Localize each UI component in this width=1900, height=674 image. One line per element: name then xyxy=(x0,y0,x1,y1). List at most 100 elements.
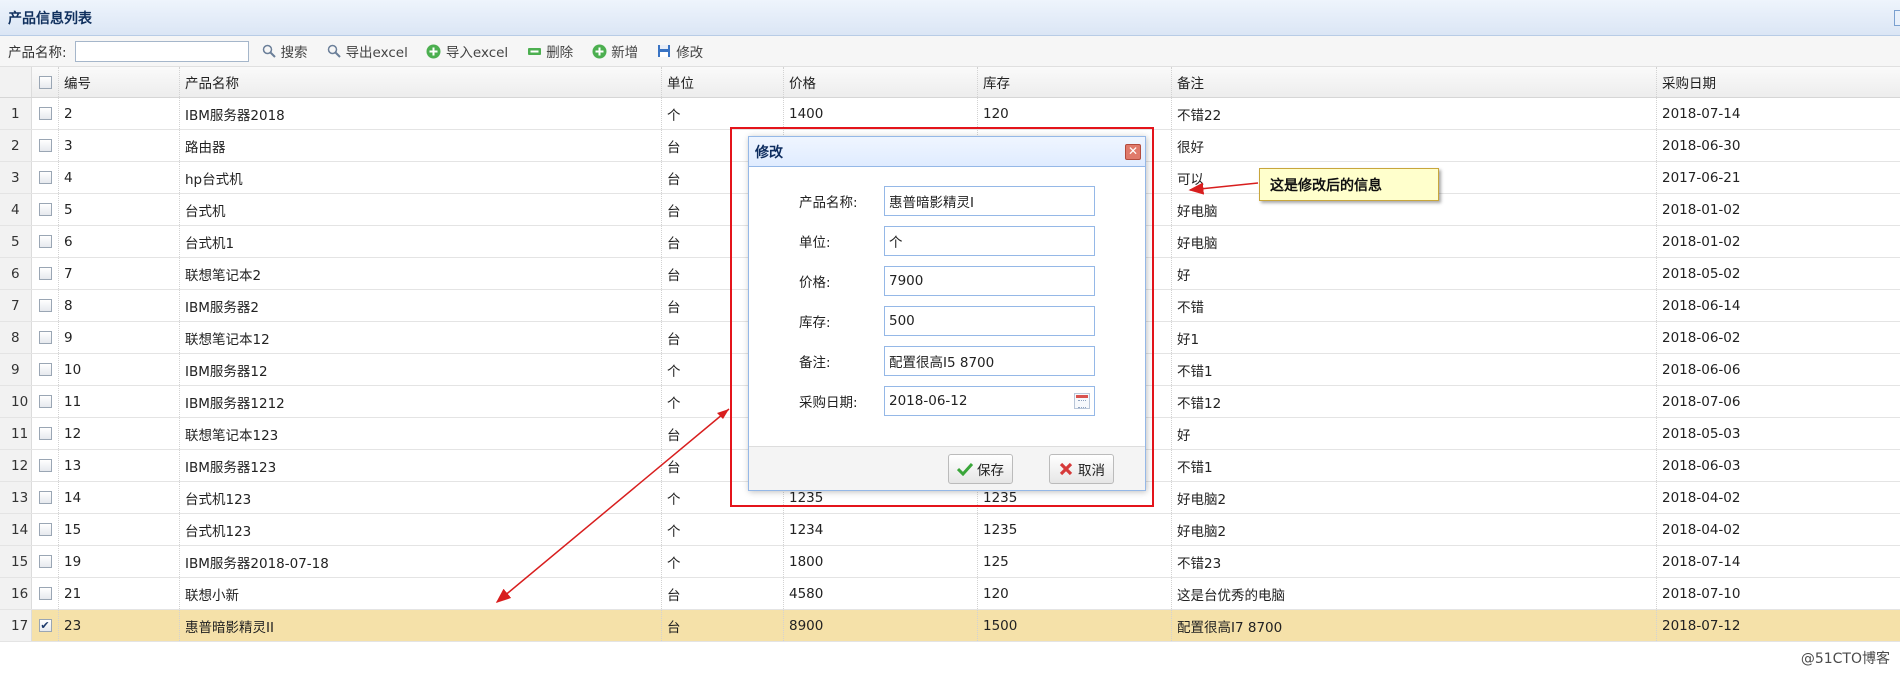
delete-button[interactable]: 删除 xyxy=(526,41,573,61)
row-checkbox[interactable] xyxy=(38,427,52,440)
search-icon xyxy=(261,43,277,59)
column-header-id[interactable]: 编号 xyxy=(59,67,180,97)
add-button[interactable]: 新增 xyxy=(591,41,638,61)
row-select-cell[interactable] xyxy=(32,322,59,353)
select-all-cell[interactable] xyxy=(32,67,59,97)
column-header-remark[interactable]: 备注 xyxy=(1172,67,1657,97)
table-row[interactable]: 14 15 台式机123 个 1234 1235 好电脑2 2018-04-02 xyxy=(0,514,1900,546)
row-checkbox[interactable] xyxy=(38,267,52,280)
row-checkbox[interactable] xyxy=(38,203,52,216)
row-number: 8 xyxy=(0,322,32,353)
cell-date: 2018-06-02 xyxy=(1662,329,1741,346)
cell-name: 台式机123 xyxy=(180,482,662,513)
row-checkbox[interactable] xyxy=(38,299,52,312)
row-select-cell[interactable] xyxy=(32,514,59,545)
row-select-cell[interactable] xyxy=(32,162,59,193)
row-checkbox[interactable] xyxy=(38,363,52,376)
cell-date: 2018-07-06 xyxy=(1662,393,1741,410)
cancel-icon xyxy=(1058,461,1074,477)
table-row[interactable]: 17 ✔ 23 惠普暗影精灵II 台 8900 1500 配置很高I7 8700 2018-07… xyxy=(0,610,1900,642)
purchase-date-field[interactable]: 2018-06-12 xyxy=(884,386,1095,416)
cell-remark: 很好 xyxy=(1172,130,1657,161)
price-field[interactable]: 7900 xyxy=(884,266,1095,296)
watermark: @51CTO博客 xyxy=(1800,651,1890,667)
cell-id: 12 xyxy=(59,418,180,449)
edit-button-label: 修改 xyxy=(676,45,704,61)
cell-name: 台式机123 xyxy=(180,514,662,545)
dialog-title: 修改 xyxy=(755,144,783,161)
column-header-date[interactable]: 采购日期 xyxy=(1657,67,1900,97)
table-row[interactable]: 16 21 联想小新台 4580 120 这是台优秀的电脑 2018-07-10 xyxy=(0,578,1900,610)
cell-name: 台式机1 xyxy=(180,226,662,257)
row-select-cell[interactable] xyxy=(32,418,59,449)
row-select-cell[interactable] xyxy=(32,578,59,609)
select-all-checkbox[interactable] xyxy=(38,75,52,89)
cell-date: 2018-01-02 xyxy=(1662,233,1741,250)
cell-name: 联想笔记本123 xyxy=(180,418,662,449)
row-checkbox[interactable] xyxy=(38,491,52,504)
row-select-cell[interactable] xyxy=(32,290,59,321)
row-select-cell[interactable] xyxy=(32,546,59,577)
row-checkbox[interactable] xyxy=(38,331,52,344)
row-checkbox[interactable] xyxy=(38,107,52,120)
row-select-cell[interactable] xyxy=(32,98,59,129)
row-checkbox[interactable] xyxy=(38,587,52,600)
column-header-unit[interactable]: 单位 xyxy=(662,67,784,97)
edit-button[interactable]: 修改 xyxy=(656,41,703,61)
stock-field[interactable]: 500 xyxy=(884,306,1095,336)
form-row-unit: 单位: 个 xyxy=(749,225,1145,257)
row-checkbox[interactable] xyxy=(38,139,52,152)
form-row-stock: 库存: 500 xyxy=(749,305,1145,337)
column-header-price[interactable]: 价格 xyxy=(784,67,978,97)
row-select-cell[interactable] xyxy=(32,130,59,161)
cancel-button[interactable]: 取消 xyxy=(1049,454,1114,484)
product-name-field[interactable]: 惠普暗影精灵I xyxy=(884,186,1095,216)
row-select-cell[interactable]: ✔ xyxy=(32,610,59,641)
row-select-cell[interactable] xyxy=(32,482,59,513)
column-header-stock[interactable]: 库存 xyxy=(978,67,1172,97)
cell-remark: 配置很高I7 8700 xyxy=(1172,610,1657,641)
row-select-cell[interactable] xyxy=(32,258,59,289)
row-select-cell[interactable] xyxy=(32,194,59,225)
close-icon[interactable]: ✕ xyxy=(1125,144,1141,160)
cancel-button-label: 取消 xyxy=(1078,463,1105,479)
add-icon xyxy=(591,43,607,59)
row-checkbox[interactable] xyxy=(38,555,52,568)
panel-header: 产品信息列表 xyxy=(0,0,1900,36)
row-checkbox[interactable] xyxy=(38,235,52,248)
export-excel-button[interactable]: 导出excel xyxy=(326,41,408,61)
import-excel-button[interactable]: 导入excel xyxy=(426,41,508,61)
row-number: 12 xyxy=(0,450,32,481)
calendar-icon[interactable] xyxy=(1074,393,1090,409)
row-select-cell[interactable] xyxy=(32,450,59,481)
row-checkbox[interactable] xyxy=(38,459,52,472)
remark-field[interactable]: 配置很高I5 8700 xyxy=(884,346,1095,376)
row-number: 9 xyxy=(0,354,32,385)
row-checkbox[interactable] xyxy=(38,523,52,536)
row-checkbox[interactable] xyxy=(38,171,52,184)
unit-field[interactable]: 个 xyxy=(884,226,1095,256)
row-select-cell[interactable] xyxy=(32,226,59,257)
row-checkbox[interactable]: ✔ xyxy=(38,619,52,632)
cell-price: 4580 xyxy=(784,578,978,609)
row-number: 13 xyxy=(0,482,32,513)
panel-collapse-icon[interactable] xyxy=(1894,10,1900,26)
product-name-search-input[interactable] xyxy=(74,40,249,62)
table-row[interactable]: 1 2 IBM服务器2018 个 1400 120 不错22 2018-07-14 xyxy=(0,98,1900,130)
cell-date: 2018-07-12 xyxy=(1662,617,1741,634)
cell-name: IBM服务器2018-07-18 xyxy=(180,546,662,577)
cell-unit: 台 xyxy=(662,578,784,609)
row-number: 17 xyxy=(0,610,32,641)
cell-id: 19 xyxy=(59,546,180,577)
row-checkbox[interactable] xyxy=(38,395,52,408)
field-label-name: 产品名称: xyxy=(799,195,858,211)
table-row[interactable]: 15 19 IBM服务器2018-07-18 个 1800 125 不错23 2018-07-… xyxy=(0,546,1900,578)
row-number: 14 xyxy=(0,514,32,545)
cell-remark: 不错22 xyxy=(1172,98,1657,129)
cell-remark: 不错1 xyxy=(1172,354,1657,385)
save-button[interactable]: 保存 xyxy=(948,454,1013,484)
column-header-name[interactable]: 产品名称 xyxy=(180,67,662,97)
row-select-cell[interactable] xyxy=(32,386,59,417)
search-button[interactable]: 搜索 xyxy=(261,41,308,61)
row-select-cell[interactable] xyxy=(32,354,59,385)
